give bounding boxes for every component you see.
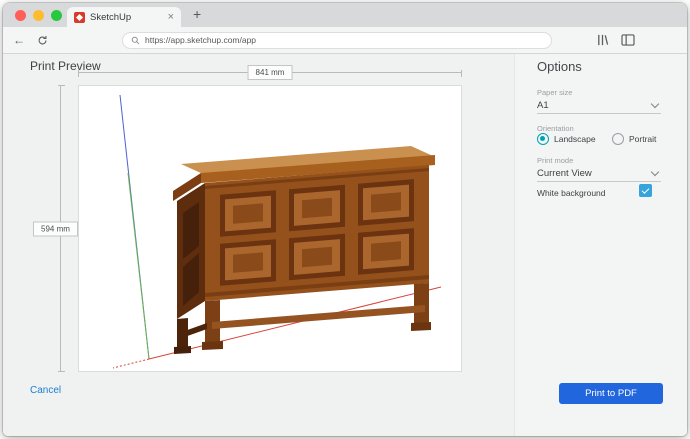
white-background-label: White background <box>537 188 606 198</box>
height-dimension-line: 594 mm <box>33 85 78 372</box>
chevron-down-icon <box>650 99 660 109</box>
cabinet-model <box>173 146 435 354</box>
orientation-landscape-radio[interactable]: Landscape <box>537 133 596 145</box>
tab-title: SketchUp <box>90 11 132 23</box>
print-to-pdf-button[interactable]: Print to PDF <box>559 383 663 404</box>
landscape-radio-label: Landscape <box>554 134 596 144</box>
width-dimension-line: 841 mm <box>78 65 462 80</box>
window-minimize-button[interactable] <box>33 10 44 21</box>
options-panel: Options Paper size A1 Orientation Landsc… <box>514 54 687 436</box>
red-axis-negative <box>112 358 150 369</box>
browser-tab-bar: SketchUp × + <box>3 3 687 27</box>
print-mode-select[interactable]: Current View <box>537 165 661 182</box>
width-dimension-label: 841 mm <box>247 65 293 80</box>
height-dimension-label: 594 mm <box>33 221 78 236</box>
refresh-button[interactable] <box>37 35 48 46</box>
search-icon <box>131 36 140 44</box>
back-button[interactable]: ← <box>13 33 25 47</box>
new-tab-button[interactable]: + <box>193 7 201 23</box>
window-controls <box>15 10 62 21</box>
paper-size-select[interactable]: A1 <box>537 97 661 114</box>
url-bar[interactable]: https://app.sketchup.com/app <box>122 31 552 49</box>
page-title: Print Preview <box>30 59 101 73</box>
library-icon[interactable] <box>596 34 609 46</box>
print-mode-value: Current View <box>537 167 592 179</box>
browser-tab[interactable]: SketchUp × <box>67 7 181 27</box>
print-mode-label: Print mode <box>537 156 574 165</box>
model-preview <box>112 94 442 369</box>
refresh-icon <box>38 35 47 44</box>
url-text: https://app.sketchup.com/app <box>145 35 257 45</box>
options-title: Options <box>537 59 582 74</box>
orientation-label: Orientation <box>537 124 574 133</box>
tab-close-icon[interactable]: × <box>168 11 174 23</box>
browser-window: SketchUp × + ← https://app.sketchup.com/… <box>3 3 687 436</box>
browser-toolbar: ← https://app.sketchup.com/app <box>3 27 687 54</box>
chevron-down-icon <box>650 167 660 177</box>
print-preview-page: Print Preview 841 mm 594 mm Cancel Optio… <box>3 54 687 436</box>
portrait-radio-label: Portrait <box>629 134 657 144</box>
paper-preview <box>78 85 462 372</box>
radio-unselected-icon <box>612 133 624 145</box>
white-background-checkbox[interactable] <box>639 184 652 197</box>
window-zoom-button[interactable] <box>51 10 62 21</box>
cancel-button[interactable]: Cancel <box>30 385 61 396</box>
green-axis <box>127 172 150 360</box>
sketchup-favicon-icon <box>74 11 85 23</box>
paper-size-label: Paper size <box>537 88 573 97</box>
orientation-portrait-radio[interactable]: Portrait <box>612 133 656 145</box>
window-close-button[interactable] <box>15 10 26 21</box>
paper-size-value: A1 <box>537 99 549 111</box>
radio-selected-icon <box>537 133 549 145</box>
sidebar-icon[interactable] <box>621 34 635 46</box>
toolbar-right-icons <box>596 34 635 46</box>
